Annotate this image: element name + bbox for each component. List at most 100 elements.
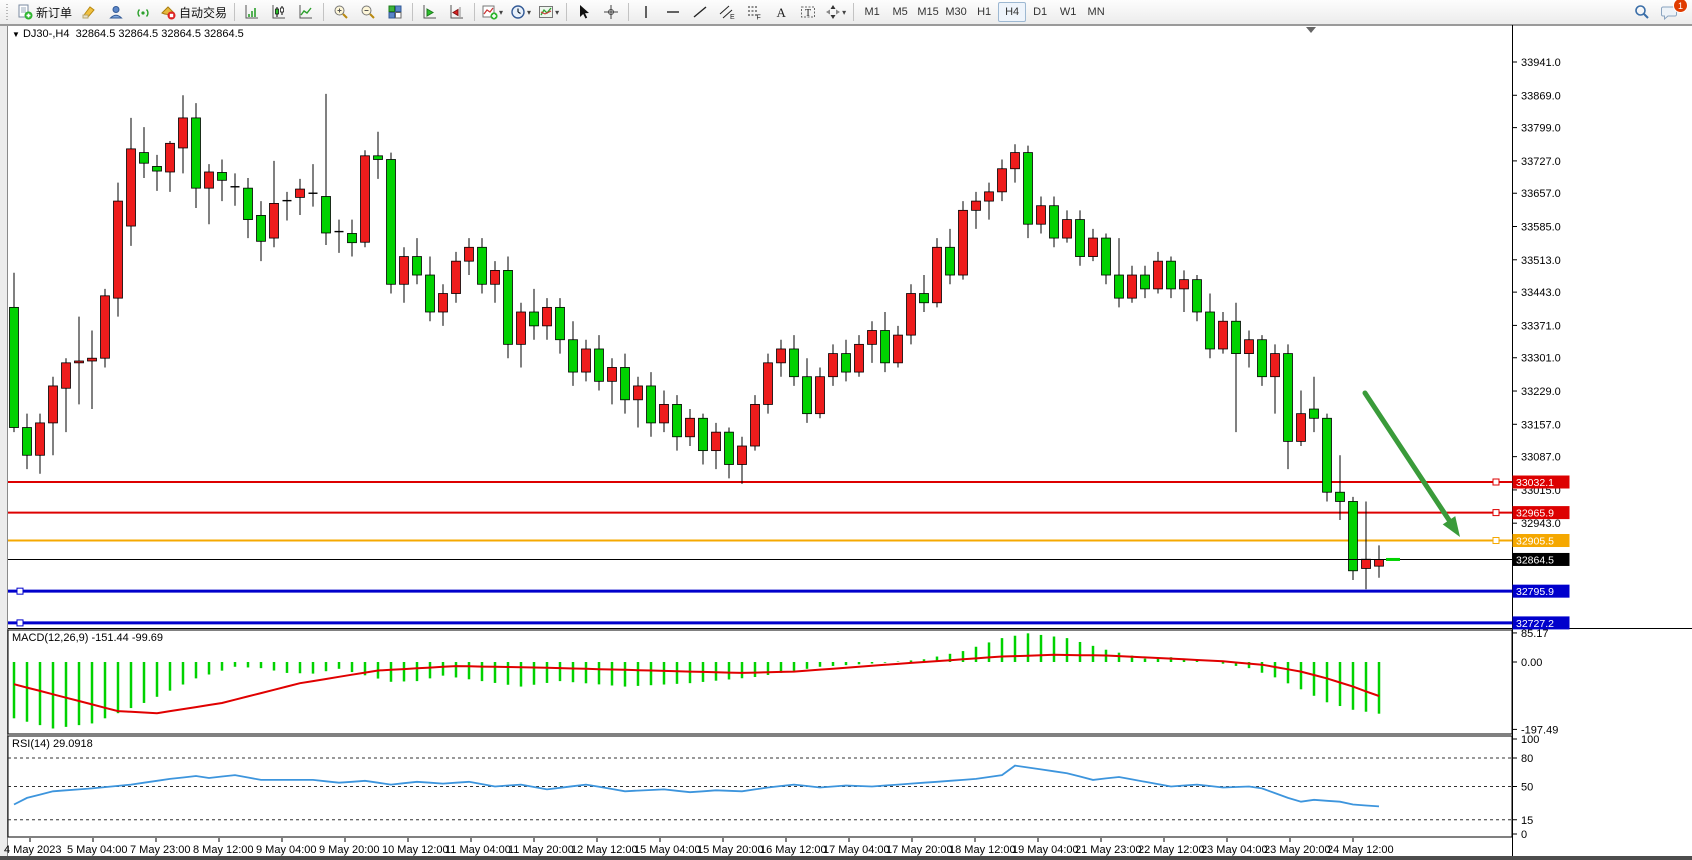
timeframe-M30[interactable]: M30 [942, 2, 970, 22]
text-icon: A [773, 4, 789, 20]
timeframe-D1[interactable]: D1 [1026, 2, 1054, 22]
candle-up [1154, 261, 1163, 289]
chevron-down-icon: ▾ [527, 8, 531, 17]
line-handle [1493, 510, 1499, 516]
fibonacci-button[interactable]: F [741, 1, 767, 23]
svg-text:8 May 12:00: 8 May 12:00 [193, 844, 254, 856]
vertical-line-button[interactable] [633, 1, 659, 23]
svg-text:23 May 04:00: 23 May 04:00 [1201, 844, 1268, 856]
candle-down [569, 340, 578, 372]
new-order-icon [17, 4, 33, 20]
search-button[interactable] [1629, 1, 1655, 23]
timeframe-M1[interactable]: M1 [858, 2, 886, 22]
svg-text:33513.0: 33513.0 [1521, 255, 1561, 267]
candle-up [88, 358, 97, 361]
svg-text:33301.0: 33301.0 [1521, 353, 1561, 365]
window-bottom-edge [0, 856, 1692, 860]
timeframe-H4[interactable]: H4 [998, 2, 1026, 22]
candle-up [1089, 238, 1098, 256]
candle-down [1206, 312, 1215, 349]
community-button[interactable] [103, 1, 129, 23]
candle-down [556, 307, 565, 339]
svg-text:33443.0: 33443.0 [1521, 287, 1561, 299]
candlestick-chart-button[interactable] [266, 1, 292, 23]
candle-down [673, 404, 682, 436]
svg-text:21 May 23:00: 21 May 23:00 [1075, 844, 1142, 856]
cursor-button[interactable] [571, 1, 597, 23]
zoom-in-button[interactable] [328, 1, 354, 23]
svg-text:15 May 20:00: 15 May 20:00 [697, 844, 764, 856]
candle-up [75, 361, 84, 363]
line-handle [17, 620, 23, 626]
svg-text:T: T [805, 8, 811, 19]
horizontal-line-button[interactable] [660, 1, 686, 23]
auto-trading-button[interactable]: 自动交易 [157, 1, 230, 23]
chat-button[interactable]: 1 [1656, 1, 1682, 23]
svg-text:15 May 04:00: 15 May 04:00 [634, 844, 701, 856]
indicators-icon [482, 4, 498, 20]
tile-windows-button[interactable] [382, 1, 408, 23]
candle-up [1011, 153, 1020, 169]
candle-up [179, 118, 188, 148]
auto-scroll-button[interactable] [417, 1, 443, 23]
templates-button[interactable]: ▾ [535, 1, 562, 23]
line-chart-button[interactable] [293, 1, 319, 23]
timeframe-M15[interactable]: M15 [914, 2, 942, 22]
toolbar-grip[interactable] [5, 4, 10, 20]
signal-button[interactable] [130, 1, 156, 23]
candle-up [777, 349, 786, 363]
timeframe-MN[interactable]: MN [1082, 2, 1110, 22]
svg-text:19 May 04:00: 19 May 04:00 [1012, 844, 1079, 856]
new-order-button[interactable]: 新订单 [14, 1, 75, 23]
line-handle [17, 588, 23, 594]
search-icon [1634, 4, 1650, 20]
styler-button[interactable] [76, 1, 102, 23]
candle-down [257, 215, 266, 241]
arrows-button[interactable]: ▾ [822, 1, 849, 23]
chart-shift-button[interactable] [444, 1, 470, 23]
bar-chart-icon [244, 4, 260, 20]
indicators-button[interactable]: ▾ [479, 1, 506, 23]
toolbar-separator [628, 3, 629, 21]
timeframe-W1[interactable]: W1 [1054, 2, 1082, 22]
candle-up [1219, 321, 1228, 349]
candle-up [907, 294, 916, 336]
candle-up [868, 330, 877, 344]
svg-text:32795.9: 32795.9 [1516, 586, 1554, 598]
candle-down [803, 377, 812, 414]
window-left-edge [0, 25, 7, 856]
crosshair-button[interactable] [598, 1, 624, 23]
candle-up [465, 247, 474, 261]
text-label-button[interactable]: T [795, 1, 821, 23]
toolbar-separator [412, 3, 413, 21]
svg-text:0: 0 [1521, 829, 1527, 841]
timeframe-H1[interactable]: H1 [970, 2, 998, 22]
price-chart[interactable]: 33941.033869.033799.033727.033657.033585… [0, 25, 1692, 856]
channel-button[interactable]: E [714, 1, 740, 23]
horizontal-line-icon [665, 4, 681, 20]
line-chart-icon [298, 4, 314, 20]
chart-window[interactable]: 33941.033869.033799.033727.033657.033585… [0, 25, 1692, 856]
svg-text:33371.0: 33371.0 [1521, 320, 1561, 332]
candle-down [790, 349, 799, 377]
candle-up [972, 201, 981, 210]
periods-button[interactable]: ▾ [507, 1, 534, 23]
zoom-out-button[interactable] [355, 1, 381, 23]
text-button[interactable]: A [768, 1, 794, 23]
candle-up [712, 432, 721, 450]
trendline-button[interactable] [687, 1, 713, 23]
candle-up [686, 418, 695, 436]
candle-up [400, 257, 409, 285]
candle-up [127, 149, 136, 226]
svg-text:33032.1: 33032.1 [1516, 477, 1554, 489]
candle-down [192, 118, 201, 188]
candle-down [348, 233, 357, 242]
bar-chart-button[interactable] [239, 1, 265, 23]
timeframe-M5[interactable]: M5 [886, 2, 914, 22]
candle-up [491, 270, 500, 284]
candle-up [439, 294, 448, 312]
svg-text:50: 50 [1521, 782, 1533, 794]
chevron-down-icon: ▾ [842, 8, 846, 17]
candle-up [361, 156, 370, 242]
svg-text:11 May 04:00: 11 May 04:00 [445, 844, 511, 856]
